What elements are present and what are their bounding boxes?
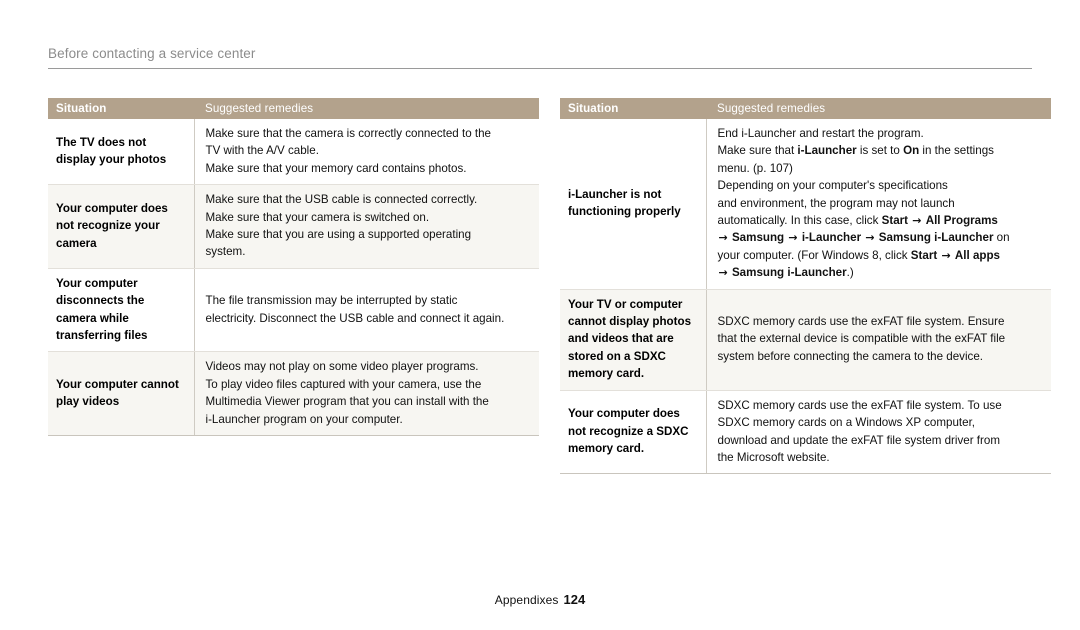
- table-row: Your computer does not recognize your ca…: [48, 184, 539, 269]
- cell-situation: i-Launcher is not functioning properly: [560, 119, 707, 290]
- troubleshooting-table-right: Situation Suggested remedies i-Launcher …: [560, 98, 1051, 475]
- cell-remedy: The file transmission may be interrupted…: [194, 268, 539, 353]
- column-header-situation: Situation: [48, 98, 194, 119]
- header-divider: [48, 68, 1032, 69]
- table-row: The TV does not display your photos Make…: [48, 119, 539, 186]
- cell-remedy: SDXC memory cards use the exFAT file sys…: [706, 289, 1051, 391]
- table-row: Your computer disconnects the camera whi…: [48, 268, 539, 353]
- footer-section-label: Appendixes: [494, 593, 559, 607]
- cell-situation: Your computer does not recognize a SDXC …: [560, 390, 707, 475]
- troubleshooting-table-left: Situation Suggested remedies The TV does…: [48, 98, 539, 437]
- cell-remedy: End i-Launcher and restart the program. …: [706, 119, 1051, 290]
- cell-remedy: SDXC memory cards use the exFAT file sys…: [706, 390, 1051, 475]
- page-footer: Appendixes 124: [0, 592, 1080, 607]
- cell-remedy: Make sure that the USB cable is connecte…: [194, 184, 539, 269]
- table-head: Situation Suggested remedies: [560, 98, 1051, 119]
- column-header-situation: Situation: [560, 98, 706, 119]
- document-page: Before contacting a service center Situa…: [0, 0, 1080, 630]
- cell-remedy: Videos may not play on some video player…: [194, 351, 539, 437]
- table-header-row: Situation Suggested remedies: [560, 98, 1051, 119]
- cell-remedy: Make sure that the camera is correctly c…: [194, 119, 539, 186]
- column-header-remedies: Suggested remedies: [194, 98, 539, 119]
- table-body: The TV does not display your photos Make…: [48, 119, 539, 437]
- table-body: i-Launcher is not functioning properly E…: [560, 119, 1051, 475]
- table-header-row: Situation Suggested remedies: [48, 98, 539, 119]
- table-head: Situation Suggested remedies: [48, 98, 539, 119]
- table-row: Your computer cannot play videos Videos …: [48, 351, 539, 437]
- cell-situation: The TV does not display your photos: [48, 119, 195, 186]
- table-row: Your TV or computer cannot display photo…: [560, 289, 1051, 391]
- cell-situation: Your TV or computer cannot display photo…: [560, 289, 707, 391]
- cell-situation: Your computer does not recognize your ca…: [48, 184, 195, 269]
- cell-situation: Your computer disconnects the camera whi…: [48, 268, 195, 353]
- cell-situation: Your computer cannot play videos: [48, 351, 195, 437]
- table-row: Your computer does not recognize a SDXC …: [560, 390, 1051, 475]
- page-title: Before contacting a service center: [48, 46, 256, 61]
- page-running-header: Before contacting a service center: [48, 45, 1032, 71]
- table-row: i-Launcher is not functioning properly E…: [560, 119, 1051, 290]
- footer-page-number: 124: [563, 592, 586, 607]
- column-header-remedies: Suggested remedies: [706, 98, 1051, 119]
